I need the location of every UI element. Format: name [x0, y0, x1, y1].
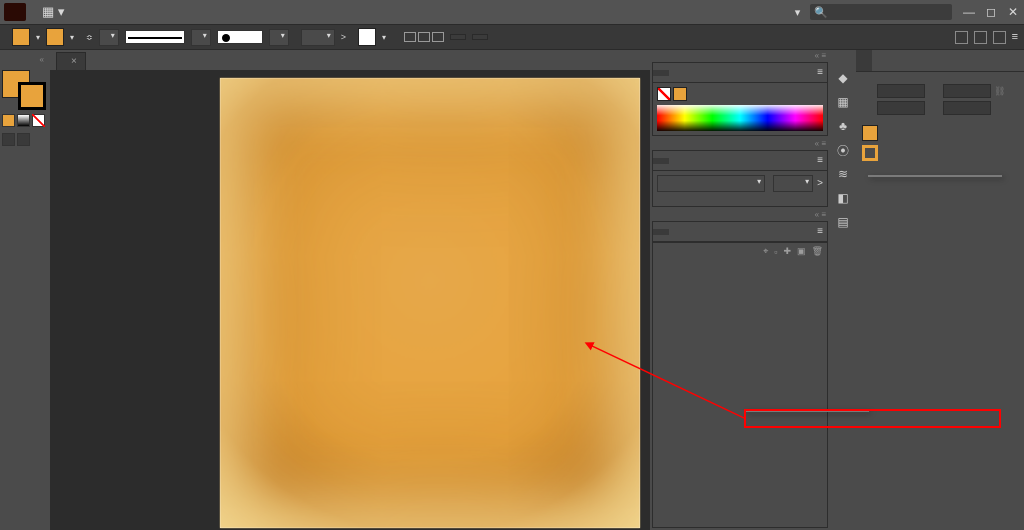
stroke-profile[interactable]: [125, 30, 185, 44]
blend-mode-select[interactable]: [657, 175, 765, 192]
brush-def[interactable]: [269, 29, 289, 46]
transparency-panel: ≡ >: [652, 150, 828, 207]
appearance-fill[interactable]: [862, 125, 878, 141]
panel-menu-icon[interactable]: ≡: [817, 226, 827, 237]
stroke-swatch[interactable]: [46, 28, 64, 46]
color-spectrum[interactable]: [657, 105, 823, 131]
help-search[interactable]: 🔍: [810, 4, 952, 20]
tab-asset-export[interactable]: [669, 229, 685, 235]
app-logo: [4, 3, 26, 21]
panel-stack: « ≡ ≡ « ≡ ≡: [650, 50, 830, 530]
properties-panel: ⛓: [856, 50, 1024, 530]
chevron-down-icon: ▾: [795, 6, 801, 19]
new-sublayer-icon[interactable]: ✚: [784, 246, 792, 257]
color-mode-gradient[interactable]: [17, 114, 30, 127]
tab-color-guide[interactable]: [669, 70, 685, 76]
graphic-style[interactable]: [358, 28, 376, 46]
transform-w[interactable]: [943, 84, 991, 98]
color-mode-none[interactable]: [32, 114, 45, 127]
color-none-icon[interactable]: [657, 87, 671, 101]
menu-bar: ▦ ▾ ▾ 🔍 — ◻ ✕: [0, 0, 1024, 24]
new-layer-icon[interactable]: ▣: [797, 246, 806, 257]
screen-mode-icon[interactable]: [17, 133, 30, 146]
transform-y[interactable]: [877, 101, 925, 115]
dock-swatches-icon[interactable]: ▦: [835, 94, 851, 110]
tab-color[interactable]: [653, 70, 669, 76]
draw-mode-icon[interactable]: [2, 133, 15, 146]
align-left-icon[interactable]: [404, 32, 416, 42]
align-right-icon[interactable]: [432, 32, 444, 42]
panel-menu-icon[interactable]: ≡: [817, 155, 827, 166]
appearance-stroke[interactable]: [862, 145, 878, 161]
dock-brushes-icon[interactable]: ⦿: [835, 142, 851, 158]
delete-layer-icon[interactable]: 🗑: [812, 246, 823, 257]
arrange-docs-icon[interactable]: ▦ ▾: [34, 4, 72, 20]
close-button[interactable]: ✕: [1006, 5, 1020, 19]
dock-stroke-icon[interactable]: ≋: [835, 166, 851, 182]
options-bar: ▾ ▾ ≎ > ▾ ≡: [0, 24, 1024, 50]
opacity-value[interactable]: [773, 175, 813, 192]
effects-menu[interactable]: [868, 175, 1002, 177]
transform-icon[interactable]: [993, 31, 1006, 44]
preferences-button[interactable]: [472, 34, 488, 40]
layers-footer: ⌖ ▫ ✚ ▣ 🗑: [653, 242, 827, 260]
brush-preview[interactable]: [217, 30, 263, 44]
locate-icon[interactable]: ⌖: [763, 246, 768, 257]
color-current-icon[interactable]: [673, 87, 687, 101]
toolbox-collapse[interactable]: «: [2, 54, 48, 64]
dock-gradient-icon[interactable]: ◧: [835, 190, 851, 206]
tab-transparency[interactable]: [653, 158, 669, 164]
tab-properties[interactable]: [856, 50, 872, 71]
icon-dock: ◆ ▦ ♣ ⦿ ≋ ◧ ▤: [830, 50, 856, 530]
align-center-icon[interactable]: [418, 32, 430, 42]
close-tab-icon[interactable]: ×: [71, 56, 77, 67]
opacity-field[interactable]: [301, 29, 335, 46]
color-panel: ≡: [652, 62, 828, 136]
fill-stroke-control[interactable]: [2, 70, 46, 110]
panel-menu-icon[interactable]: ≡: [1012, 31, 1018, 43]
help-search-input[interactable]: [828, 5, 948, 19]
dock-color-icon[interactable]: ◆: [835, 70, 851, 86]
layers-panel: ≡ ⌖ ▫ ✚ ▣ 🗑: [652, 221, 828, 528]
panels-collapse[interactable]: « ≡: [650, 50, 830, 60]
artwork: [220, 78, 640, 528]
make-mask-button[interactable]: [815, 198, 823, 202]
transform-x[interactable]: [877, 84, 925, 98]
make-clip-icon[interactable]: ▫: [774, 247, 777, 257]
document-setup-button[interactable]: [450, 34, 466, 40]
document-tab[interactable]: ×: [56, 52, 86, 70]
align-to-icon[interactable]: [974, 31, 987, 44]
snap-icon[interactable]: [955, 31, 968, 44]
search-icon: 🔍: [814, 6, 828, 19]
dock-symbols-icon[interactable]: ♣: [835, 118, 851, 134]
color-mode-solid[interactable]: [2, 114, 15, 127]
panel-menu-icon[interactable]: ≡: [817, 67, 827, 78]
document-area: ×: [50, 50, 650, 530]
stroke-color[interactable]: [18, 82, 46, 110]
tab-artboards[interactable]: [685, 229, 701, 235]
tab-libraries[interactable]: [872, 50, 888, 71]
blur-submenu[interactable]: [745, 410, 869, 412]
link-wh-icon[interactable]: ⛓: [994, 86, 1005, 97]
minimize-button[interactable]: —: [962, 5, 976, 19]
toolbox: «: [0, 50, 50, 530]
canvas[interactable]: [50, 70, 650, 530]
stroke-uniform[interactable]: [191, 29, 211, 46]
expand-icon[interactable]: >: [817, 178, 823, 189]
tab-layers[interactable]: [653, 229, 669, 235]
maximize-button[interactable]: ◻: [984, 5, 998, 19]
artboard[interactable]: [220, 78, 640, 528]
fill-swatch[interactable]: [12, 28, 30, 46]
dock-align-icon[interactable]: ▤: [835, 214, 851, 230]
stroke-weight[interactable]: [99, 29, 119, 46]
workspace-switcher[interactable]: ▾: [791, 6, 801, 19]
transform-h[interactable]: [943, 101, 991, 115]
